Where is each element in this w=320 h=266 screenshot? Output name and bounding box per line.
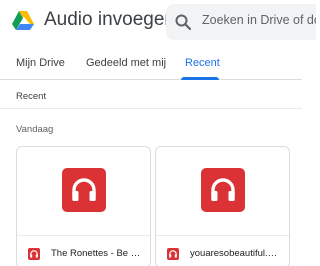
file-thumbnail (156, 147, 289, 236)
breadcrumb: Recent (16, 91, 47, 102)
divider (0, 108, 302, 109)
search-icon[interactable] (174, 13, 192, 31)
audio-file-icon (167, 248, 179, 260)
file-name: The Ronettes - Be My Baby.mp3 (51, 248, 145, 259)
tab-mijn-drive[interactable]: Mijn Drive (16, 57, 65, 69)
section-label-today: Vandaag (16, 124, 54, 135)
headphones-icon (201, 168, 245, 212)
google-drive-logo-icon (12, 11, 34, 31)
tab-bar: Mijn Drive Gedeeld met mij Recent (0, 48, 302, 80)
file-card[interactable]: youaresobeautiful.mp3 (155, 146, 290, 266)
search-input[interactable] (202, 13, 316, 27)
header: Audio invoegen (0, 0, 316, 44)
search-box[interactable] (166, 4, 316, 40)
tab-recent[interactable]: Recent (185, 57, 220, 69)
dialog-title: Audio invoegen (44, 9, 175, 30)
file-card[interactable]: The Ronettes - Be My Baby.mp3 (16, 146, 151, 266)
file-thumbnail (17, 147, 150, 236)
audio-file-icon (28, 248, 40, 260)
tab-gedeeld-met-mij[interactable]: Gedeeld met mij (86, 57, 166, 69)
file-name: youaresobeautiful.mp3 (190, 248, 284, 259)
active-tab-indicator (181, 77, 219, 80)
headphones-icon (62, 168, 106, 212)
